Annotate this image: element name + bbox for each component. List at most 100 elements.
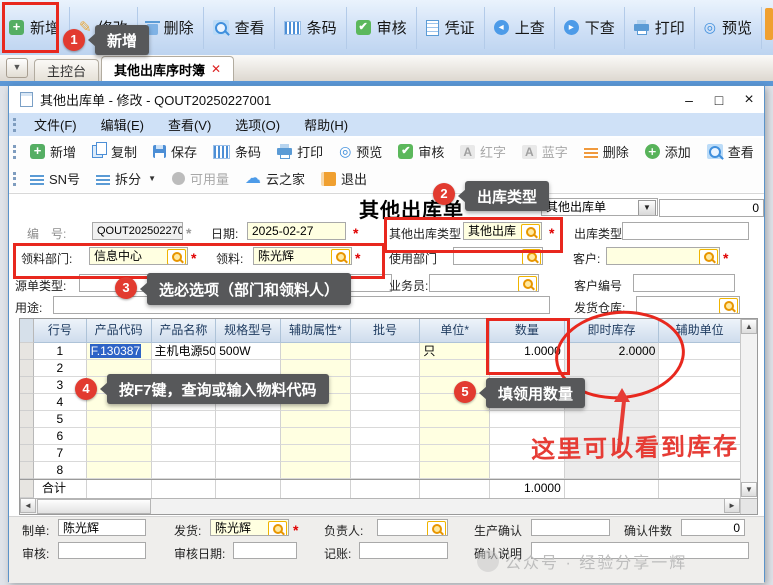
maximize-button[interactable]: □ (704, 89, 734, 111)
owner-field[interactable] (377, 519, 448, 536)
grid-cell[interactable] (281, 445, 351, 462)
dlg-cloud-button[interactable]: ☁云之家 (237, 169, 313, 188)
close-button[interactable]: × (734, 89, 764, 111)
grid-cell[interactable] (216, 462, 281, 479)
tab-close-icon[interactable]: ✕ (211, 62, 221, 76)
dlg-new-button[interactable]: +新增 (22, 142, 84, 161)
scrollbar-thumb[interactable] (37, 499, 151, 514)
grid-cell[interactable] (565, 462, 660, 479)
grid-cell[interactable] (351, 428, 421, 445)
grid-cell[interactable] (490, 411, 565, 428)
dialog-title-bar[interactable]: 其他出库单 - 修改 - QOUT20250227001 – □ × (9, 86, 764, 114)
customer-field[interactable] (606, 247, 720, 265)
dlg-print-button[interactable]: 打印 (269, 142, 331, 161)
dlg-preview-button[interactable]: ◎预览 (331, 142, 390, 161)
grid-cell[interactable] (87, 462, 152, 479)
date-field[interactable]: 2025-02-27 (247, 222, 346, 240)
col-header-batch[interactable]: 批号 (351, 319, 421, 343)
dlg-sn-button[interactable]: SN号 (22, 169, 88, 188)
lookup-icon[interactable] (699, 249, 718, 265)
grid-cell[interactable] (351, 445, 421, 462)
toolbar-barcode-button[interactable]: 条码 (275, 7, 347, 49)
tab-main-console[interactable]: 主控台 (34, 59, 99, 81)
dlg-add-row-button[interactable]: +添加 (637, 142, 699, 161)
row-number[interactable]: 2 (34, 360, 87, 377)
grid-cell[interactable] (216, 445, 281, 462)
menu-edit[interactable]: 编辑(E) (89, 115, 156, 134)
toolbar-voucher-button[interactable]: 凭证 (417, 7, 485, 49)
grid-cell[interactable] (351, 462, 421, 479)
grid-cell[interactable] (351, 394, 421, 411)
toolbar-audit-button[interactable]: ✔审核 (347, 7, 417, 49)
grid-cell[interactable] (659, 394, 741, 411)
row-number[interactable]: 5 (34, 411, 87, 428)
toolbar-view-button[interactable]: 查看 (204, 7, 275, 49)
row-number[interactable]: 7 (34, 445, 87, 462)
grid-cell[interactable] (152, 428, 217, 445)
scroll-right-icon[interactable]: ► (724, 499, 740, 513)
scroll-left-icon[interactable]: ◄ (20, 499, 36, 513)
lookup-icon[interactable] (268, 521, 287, 536)
grid-cell[interactable] (420, 428, 490, 445)
bookkeep-field[interactable] (359, 542, 448, 559)
grid-cell[interactable] (87, 445, 152, 462)
minimize-button[interactable]: – (674, 89, 704, 111)
dlg-save-button[interactable]: 保存 (145, 142, 205, 161)
row-selector[interactable] (20, 377, 34, 394)
grid-cell[interactable] (659, 377, 741, 394)
grid-cell[interactable] (351, 343, 421, 360)
row-selector[interactable] (20, 462, 34, 479)
row-selector[interactable] (20, 343, 34, 360)
row-number[interactable]: 8 (34, 462, 87, 479)
top-right-count-field[interactable]: 0 (659, 199, 764, 217)
confirm-count-field[interactable]: 0 (681, 519, 745, 536)
grid-cell[interactable] (152, 411, 217, 428)
grid-cell[interactable] (490, 462, 565, 479)
toolbar-prev-button[interactable]: ◂上查 (485, 7, 555, 49)
grid-cell[interactable]: F.130387 (87, 343, 152, 360)
lookup-icon[interactable] (518, 276, 537, 292)
grid-cell[interactable] (420, 360, 490, 377)
menu-help[interactable]: 帮助(H) (292, 115, 360, 134)
scrollbar-track[interactable] (151, 499, 724, 514)
dlg-split-button[interactable]: 拆分▼ (88, 169, 164, 188)
dlg-view-button[interactable]: 查看 (699, 142, 762, 161)
salesman-field[interactable] (429, 274, 539, 292)
dlg-red-entry-button[interactable]: A红字 (452, 142, 514, 161)
grid-cell[interactable] (420, 411, 490, 428)
doc-type-dropdown[interactable]: 其他出库单▼ (541, 198, 658, 216)
warehouse-field[interactable] (636, 296, 740, 314)
row-selector[interactable] (20, 360, 34, 377)
dlg-blue-entry-button[interactable]: A蓝字 (514, 142, 576, 161)
dlg-available-qty-button[interactable]: 可用量 (164, 169, 237, 188)
col-header-unit[interactable]: 单位* (420, 319, 490, 343)
grid-cell[interactable]: 主机电源500 (152, 343, 217, 360)
grid-cell[interactable] (281, 343, 351, 360)
row-selector[interactable] (20, 428, 34, 445)
toolbar-next-button[interactable]: ▸下查 (555, 7, 625, 49)
grid-cell[interactable] (152, 445, 217, 462)
auditor-field[interactable] (58, 542, 146, 559)
dropdown-arrow-icon[interactable]: ▼ (638, 200, 656, 216)
dlg-copy-button[interactable]: 复制 (84, 142, 145, 161)
grid-cell[interactable] (351, 411, 421, 428)
toolbar-print-button[interactable]: 打印 (625, 7, 695, 49)
row-selector[interactable] (20, 411, 34, 428)
prod-confirm-field[interactable] (531, 519, 610, 536)
out-type-field[interactable] (622, 222, 749, 240)
grid-cell[interactable] (281, 428, 351, 445)
menu-file[interactable]: 文件(F) (22, 115, 89, 134)
grid-cell[interactable] (216, 411, 281, 428)
grid-cell[interactable] (281, 411, 351, 428)
grid-cell[interactable] (565, 411, 660, 428)
grid-cell[interactable] (87, 428, 152, 445)
col-header-product-name[interactable]: 产品名称 (152, 319, 217, 343)
menu-options[interactable]: 选项(O) (223, 115, 292, 134)
vertical-scrollbar[interactable]: ▲ ▼ (740, 319, 757, 497)
lookup-icon[interactable] (427, 521, 446, 536)
dlg-audit-button[interactable]: ✔审核 (390, 142, 452, 161)
row-selector[interactable] (20, 445, 34, 462)
menu-view[interactable]: 查看(V) (156, 115, 223, 134)
grid-cell[interactable] (87, 411, 152, 428)
shipper-field[interactable]: 陈光辉 (210, 519, 289, 536)
